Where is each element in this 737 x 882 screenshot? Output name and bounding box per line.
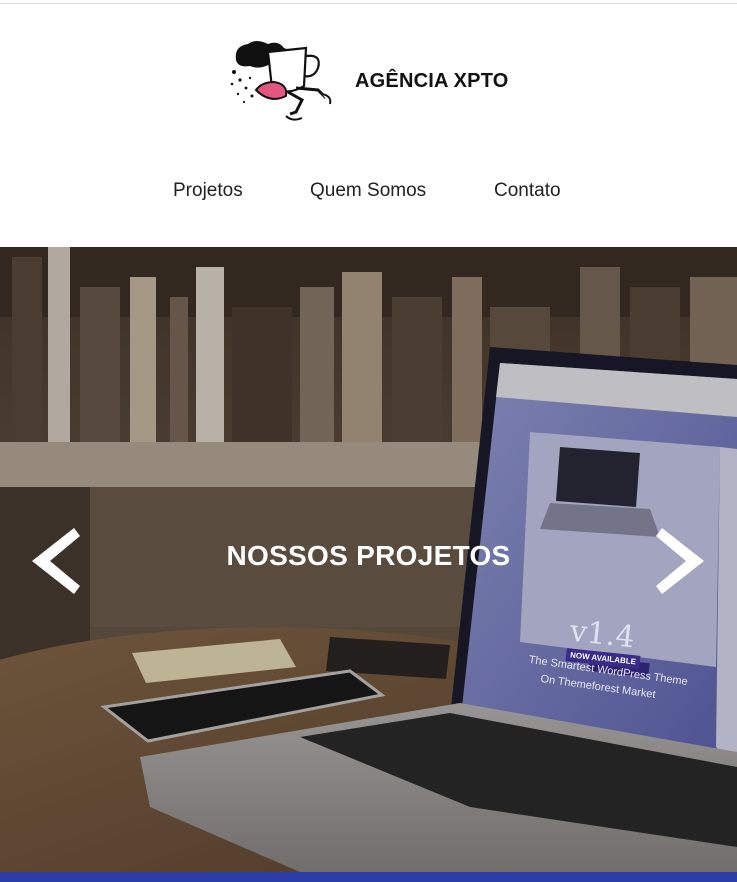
nav-item-quem-somos[interactable]: Quem Somos (310, 180, 426, 202)
slider-prev-button[interactable] (30, 528, 80, 594)
slider-next-button[interactable] (656, 528, 706, 594)
chevron-right-icon (656, 528, 704, 594)
bottom-accent-bar (0, 872, 737, 882)
main-nav: Projetos Quem Somos Contato (0, 180, 737, 204)
logo[interactable] (226, 38, 336, 126)
top-divider (0, 3, 737, 4)
brand-name[interactable]: AGÊNCIA XPTO (355, 70, 509, 93)
chevron-left-icon (32, 528, 80, 594)
nav-item-contato[interactable]: Contato (494, 180, 561, 202)
nav-item-projetos[interactable]: Projetos (173, 180, 243, 202)
hero-title: NOSSOS PROJETOS (226, 540, 511, 571)
hero-slider: v1.4 NOW AVAILABLE The Smartest WordPres… (0, 247, 737, 872)
